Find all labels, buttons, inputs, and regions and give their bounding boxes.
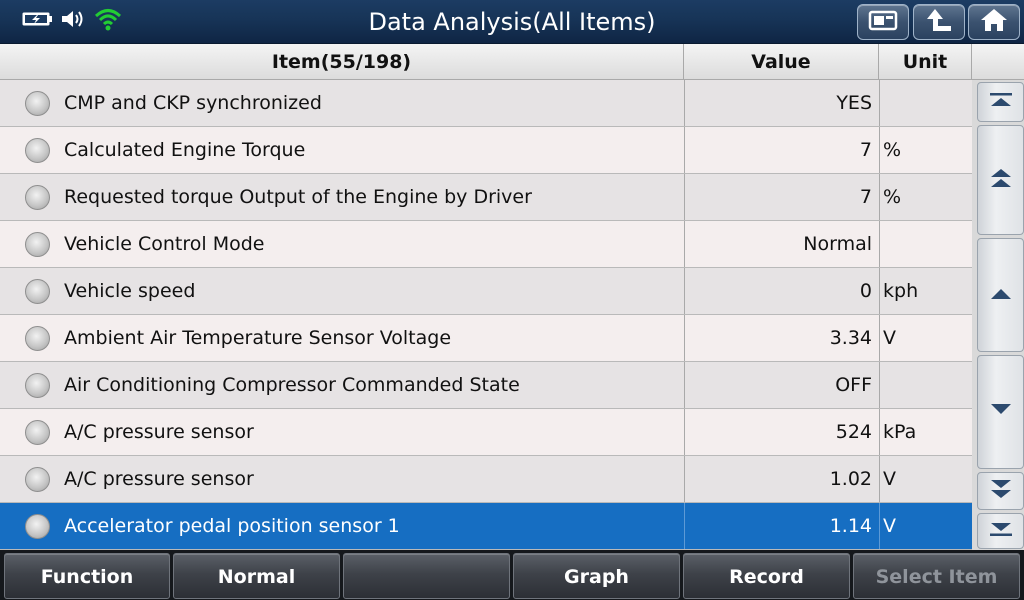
item-name: Vehicle Control Mode [64,233,265,255]
table-row[interactable]: Vehicle speed 0 kph [0,268,972,315]
home-icon [979,7,1009,37]
item-name: CMP and CKP synchronized [64,92,322,114]
item-unit [879,362,972,408]
bottom-toolbar: Function Normal Graph Record Select Item [0,550,1024,600]
item-unit: % [879,174,972,220]
scroll-bottom-button[interactable] [977,513,1024,549]
line-up-button[interactable] [977,238,1024,352]
table-row[interactable]: Air Conditioning Compressor Commanded St… [0,362,972,409]
function-button[interactable]: Function [4,553,170,599]
item-value: 0 [684,268,879,314]
radio-button[interactable] [25,326,50,351]
item-value: 7 [684,127,879,173]
item-unit: V [879,503,972,549]
item-unit: kph [879,268,972,314]
radio-button[interactable] [25,467,50,492]
select-item-button[interactable]: Select Item [853,553,1020,599]
empty-button[interactable] [343,553,510,599]
page-up-button[interactable] [977,125,1024,235]
table-row[interactable]: Calculated Engine Torque 7 % [0,127,972,174]
table-row[interactable]: Requested torque Output of the Engine by… [0,174,972,221]
radio-button[interactable] [25,91,50,116]
item-value: 3.34 [684,315,879,361]
page-down-button[interactable] [977,472,1024,510]
record-button[interactable]: Record [683,553,850,599]
table-header: Item(55/198) Value Unit [0,44,1024,80]
item-unit [879,80,972,126]
item-name: Requested torque Output of the Engine by… [64,186,532,208]
title-bar: Data Analysis(All Items) [0,0,1024,44]
table-row[interactable]: A/C pressure sensor 524 kPa [0,409,972,456]
column-header-blank [972,44,1024,80]
item-name: Calculated Engine Torque [64,139,306,161]
item-unit: V [879,456,972,502]
column-header-unit: Unit [879,44,972,80]
item-value: Normal [684,221,879,267]
item-unit: V [879,315,972,361]
radio-button[interactable] [25,279,50,304]
item-value: 524 [684,409,879,455]
item-unit [879,221,972,267]
item-name: Air Conditioning Compressor Commanded St… [64,374,520,396]
item-value: OFF [684,362,879,408]
item-value: 1.14 [684,503,879,549]
radio-button[interactable] [25,373,50,398]
item-value: YES [684,80,879,126]
page-down-icon [988,477,1014,505]
table-row-selected[interactable]: Accelerator pedal position sensor 1 1.14… [0,503,972,550]
item-name: Ambient Air Temperature Sensor Voltage [64,327,452,349]
radio-button[interactable] [25,185,50,210]
table-row[interactable]: A/C pressure sensor 1.02 V [0,456,972,503]
line-down-button[interactable] [977,355,1024,469]
scroll-top-button[interactable] [977,82,1024,122]
line-down-icon [988,402,1014,422]
item-unit: kPa [879,409,972,455]
data-table: Item(55/198) Value Unit CMP and CKP sync… [0,44,1024,550]
return-arrow-icon [924,7,954,37]
scroll-bottom-icon [988,520,1014,542]
item-value: 1.02 [684,456,879,502]
column-header-value: Value [684,44,879,80]
item-name: Vehicle speed [64,280,196,302]
page-up-icon [988,166,1014,194]
table-body: CMP and CKP synchronized YES Calculated … [0,80,972,550]
item-name: Accelerator pedal position sensor 1 [64,515,400,537]
table-row[interactable]: Vehicle Control Mode Normal [0,221,972,268]
radio-button[interactable] [25,232,50,257]
item-name: A/C pressure sensor [64,468,254,490]
table-row[interactable]: Ambient Air Temperature Sensor Voltage 3… [0,315,972,362]
normal-button[interactable]: Normal [173,553,340,599]
graph-button[interactable]: Graph [513,553,680,599]
home-button[interactable] [968,4,1020,40]
scroll-controls [972,80,1024,550]
item-value: 7 [684,174,879,220]
column-header-item: Item(55/198) [0,44,684,80]
item-unit: % [879,127,972,173]
item-name: A/C pressure sensor [64,421,254,443]
back-button[interactable] [913,4,965,40]
radio-button[interactable] [25,138,50,163]
screenshot-button[interactable] [857,4,909,40]
camera-icon [867,8,899,36]
radio-button[interactable] [25,514,50,539]
radio-button[interactable] [25,420,50,445]
line-up-icon [988,285,1014,305]
table-row[interactable]: CMP and CKP synchronized YES [0,80,972,127]
scroll-top-icon [988,91,1014,113]
